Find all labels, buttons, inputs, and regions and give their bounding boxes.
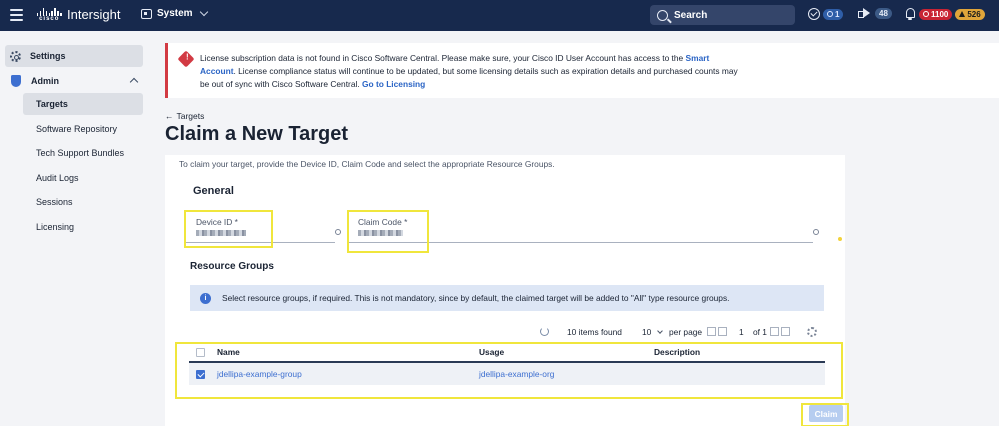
cisco-logo: cisco: [37, 8, 62, 23]
info-banner: i Select resource groups, if required. T…: [190, 285, 824, 311]
arrow-left-icon: ←: [165, 111, 174, 121]
prev-page-button[interactable]: [718, 327, 727, 336]
requests-badge: 1: [823, 8, 844, 20]
first-page-button[interactable]: [707, 327, 716, 336]
search-input[interactable]: Search: [650, 5, 795, 25]
alert-text: License subscription data is not found i…: [200, 53, 738, 89]
sidebar-item-settings[interactable]: Settings: [5, 45, 143, 67]
sidebar-item-sessions[interactable]: Sessions: [23, 191, 143, 213]
announcements-badge: 48: [875, 8, 892, 19]
main-content: License subscription data is not found i…: [150, 31, 999, 426]
check-circle-icon: [808, 8, 820, 20]
last-page-button[interactable]: [781, 327, 790, 336]
sidebar-item-targets[interactable]: Targets: [23, 93, 143, 115]
field-clear-icon[interactable]: [335, 229, 341, 235]
per-page-label: per page: [669, 327, 703, 337]
alarms-button[interactable]: 1100 526: [905, 8, 985, 20]
claim-form: To claim your target, provide the Device…: [165, 155, 845, 426]
sidebar-item-label: Settings: [30, 51, 66, 61]
highlight-device-id: [184, 210, 273, 248]
page-total: of 1: [753, 327, 767, 337]
warning-icon: [959, 11, 966, 17]
sidebar-item-software-repository[interactable]: Software Repository: [23, 118, 143, 140]
sidebar: Settings Admin Targets Software Reposito…: [0, 31, 150, 426]
sidebar-item-label: Admin: [31, 76, 59, 86]
highlight-table: [175, 342, 843, 399]
megaphone-icon: [858, 8, 872, 19]
chevron-down-icon: [199, 7, 208, 17]
search-label: Search: [674, 9, 708, 21]
license-alert: License subscription data is not found i…: [165, 43, 999, 98]
info-text: Select resource groups, if required. Thi…: [222, 293, 730, 303]
highlight-claim-code: [347, 210, 429, 253]
resource-groups-heading: Resource Groups: [190, 261, 274, 272]
general-heading: General: [193, 185, 234, 197]
menu-icon[interactable]: [10, 9, 23, 21]
refresh-icon[interactable]: [540, 327, 549, 336]
sidebar-item-audit-logs[interactable]: Audit Logs: [23, 167, 143, 189]
highlight-claim-button: [801, 403, 849, 426]
marker-dot: [838, 237, 842, 241]
warning-alarms-badge: 526: [955, 8, 985, 20]
app-name: Intersight: [67, 7, 121, 22]
gear-icon: [10, 50, 21, 62]
table-settings-icon[interactable]: [807, 327, 817, 337]
sidebar-item-tech-support-bundles[interactable]: Tech Support Bundles: [23, 142, 143, 164]
scope-label: System: [157, 8, 193, 19]
announcements-button[interactable]: 48: [858, 8, 892, 19]
sidebar-item-licensing[interactable]: Licensing: [23, 216, 143, 238]
shield-icon: [11, 75, 21, 87]
system-icon: [141, 8, 152, 19]
chevron-down-icon: [657, 328, 664, 334]
critical-alarms-badge: 1100: [919, 8, 953, 20]
next-page-button[interactable]: [770, 327, 779, 336]
chevron-up-icon: [129, 77, 139, 87]
go-to-licensing-link[interactable]: Go to Licensing: [362, 79, 425, 89]
field-clear-icon[interactable]: [813, 229, 819, 235]
items-found: 10 items found: [567, 327, 622, 337]
search-icon: [657, 9, 668, 21]
requests-button[interactable]: 1: [808, 8, 844, 20]
intro-text: To claim your target, provide the Device…: [179, 159, 555, 169]
per-page-select[interactable]: 10: [642, 327, 664, 337]
sidebar-item-admin[interactable]: Admin: [5, 71, 145, 91]
table-toolbar: 10 items found 10 per page 1 of 1: [165, 327, 845, 341]
error-icon: [177, 50, 195, 68]
page-number-input[interactable]: 1: [739, 327, 744, 337]
back-link[interactable]: ← Targets: [165, 111, 204, 121]
top-bar: cisco Intersight System Search 1 48 1100…: [0, 0, 999, 31]
info-icon: i: [200, 292, 211, 304]
logo-text: cisco: [39, 16, 60, 22]
page-title: Claim a New Target: [165, 123, 349, 145]
bell-icon: [905, 8, 916, 20]
scope-selector[interactable]: System: [141, 7, 208, 19]
